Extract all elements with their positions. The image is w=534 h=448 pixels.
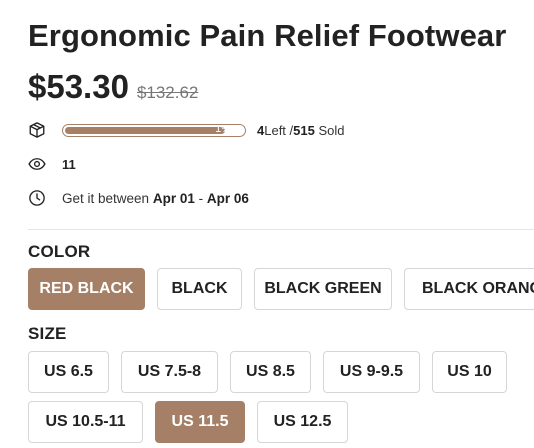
delivery-start: Apr 01 <box>152 190 195 206</box>
size-option-us-8-5[interactable]: US 8.5 <box>230 351 311 393</box>
size-option-us-9-9-5[interactable]: US 9-9.5 <box>323 351 420 393</box>
current-price: $53.30 <box>28 68 129 105</box>
stock-row: 1% 4Left /515 Sold <box>28 121 345 139</box>
delivery-prefix: Get it between <box>62 190 150 206</box>
package-icon <box>28 121 46 139</box>
size-option-us-7-5-8[interactable]: US 7.5-8 <box>121 351 218 393</box>
original-price: $132.62 <box>136 83 199 102</box>
color-option-red-black[interactable]: RED BLACK <box>28 268 145 310</box>
size-option-us-11-5[interactable]: US 11.5 <box>155 401 245 443</box>
stock-text: 4Left /515 Sold <box>257 123 345 138</box>
clock-icon <box>28 189 46 207</box>
size-option-us-12-5[interactable]: US 12.5 <box>257 401 348 443</box>
stock-progress-label: 1% <box>215 123 231 135</box>
stock-progress-bar: 1% <box>62 123 246 137</box>
views-row: 11 <box>28 155 76 173</box>
delivery-end: Apr 06 <box>206 190 249 206</box>
eye-icon <box>28 155 46 173</box>
color-option-black-orange[interactable]: BLACK ORANGE <box>404 268 534 310</box>
delivery-text: Get it between Apr 01 - Apr 06 <box>62 191 249 206</box>
delivery-separator: - <box>198 190 204 206</box>
color-option-black-green[interactable]: BLACK GREEN <box>254 268 392 310</box>
stock-sold-label: Sold <box>318 122 345 138</box>
size-option-us-6-5[interactable]: US 6.5 <box>28 351 109 393</box>
stock-left-label: Left / <box>264 122 294 138</box>
view-count: 11 <box>62 156 76 172</box>
product-title: Ergonomic Pain Relief Footwear <box>28 18 507 53</box>
color-label: COLOR <box>28 242 91 261</box>
price-row: $53.30 $132.62 <box>28 68 198 106</box>
size-option-us-10[interactable]: US 10 <box>432 351 507 393</box>
color-option-black[interactable]: BLACK <box>157 268 242 310</box>
delivery-row: Get it between Apr 01 - Apr 06 <box>28 189 249 207</box>
size-option-us-10-5-11[interactable]: US 10.5-11 <box>28 401 143 443</box>
stock-progress-fill <box>65 126 226 134</box>
stock-sold-count: 515 <box>293 122 315 138</box>
divider <box>28 229 534 230</box>
size-label: SIZE <box>28 324 67 343</box>
